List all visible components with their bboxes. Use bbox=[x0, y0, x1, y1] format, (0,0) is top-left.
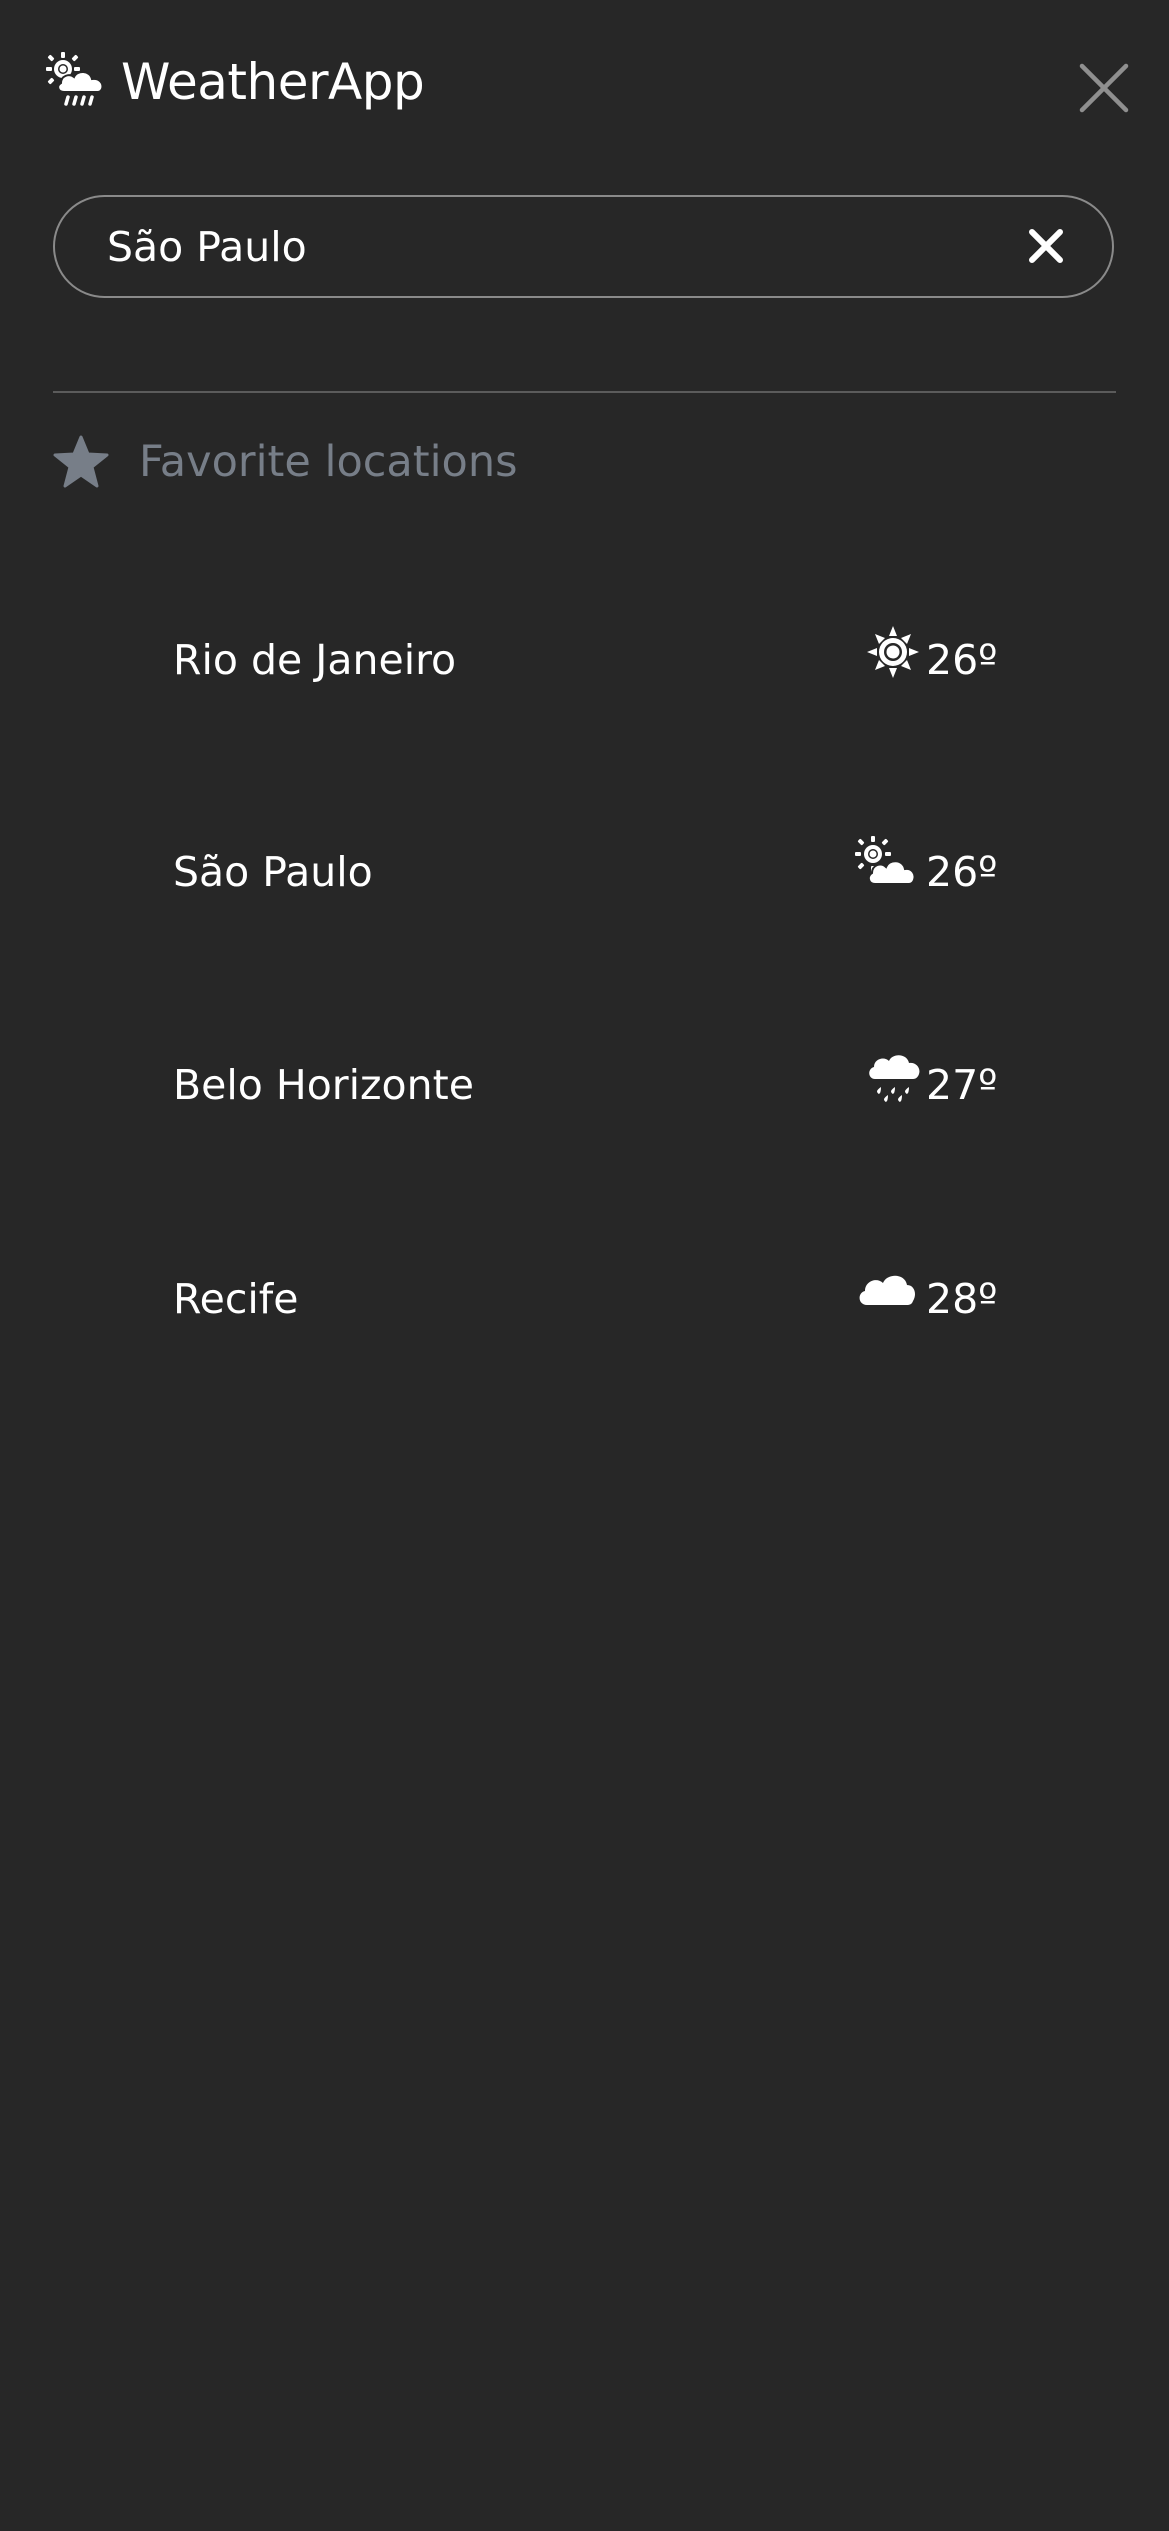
rain-cloud-icon bbox=[869, 1055, 920, 1102]
search-field bbox=[53, 195, 1114, 298]
close-icon[interactable] bbox=[1074, 58, 1134, 118]
divider bbox=[53, 391, 1116, 393]
favorite-location-item[interactable]: Belo Horizonte 27º bbox=[53, 1005, 1116, 1165]
cloud-icon bbox=[859, 1275, 915, 1305]
sun-cloud-rain-icon bbox=[46, 52, 104, 106]
location-name: Rio de Janeiro bbox=[173, 636, 457, 684]
location-temperature: 26º bbox=[926, 848, 998, 896]
location-temperature: 27º bbox=[926, 1061, 998, 1109]
favorites-title: Favorite locations bbox=[139, 437, 518, 487]
partly-cloudy-icon bbox=[855, 836, 915, 885]
location-name: São Paulo bbox=[173, 848, 373, 896]
star-icon bbox=[53, 435, 109, 488]
search-input[interactable] bbox=[107, 197, 987, 296]
clear-icon[interactable] bbox=[1023, 223, 1069, 269]
sun-icon bbox=[867, 626, 919, 678]
app-header: WeatherApp bbox=[0, 0, 1169, 165]
location-name: Belo Horizonte bbox=[173, 1061, 474, 1109]
location-temperature: 28º bbox=[926, 1275, 998, 1323]
app-title: WeatherApp bbox=[121, 53, 425, 111]
favorite-location-item[interactable]: Rio de Janeiro 26º bbox=[53, 580, 1116, 740]
favorite-location-item[interactable]: São Paulo 26º bbox=[53, 792, 1116, 952]
weather-app-screen: WeatherApp Favorite locations Rio de Jan… bbox=[0, 0, 1169, 2531]
location-temperature: 26º bbox=[926, 636, 998, 684]
location-name: Recife bbox=[173, 1275, 299, 1323]
favorite-location-item[interactable]: Recife 28º bbox=[53, 1219, 1116, 1379]
